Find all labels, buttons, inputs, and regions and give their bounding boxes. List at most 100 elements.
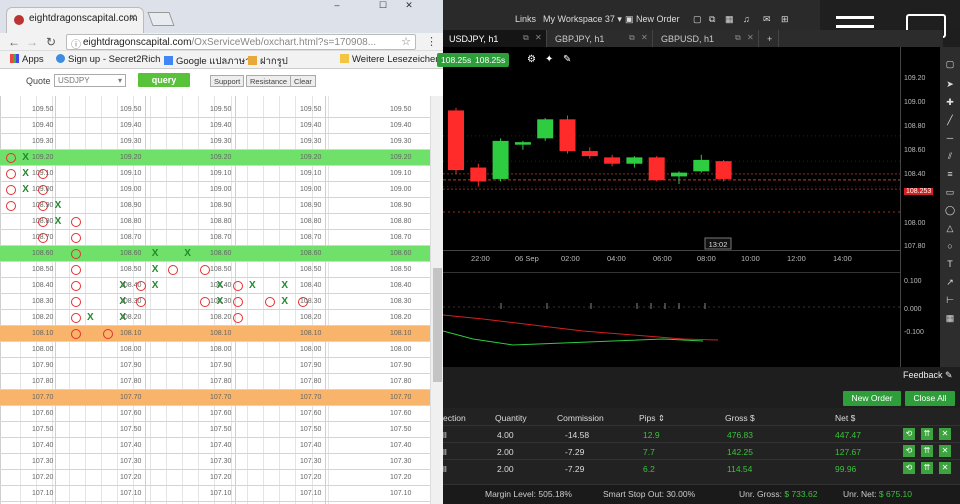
hline-icon[interactable]: ─ (945, 133, 955, 143)
close-tab-icon[interactable]: ✕ (535, 33, 542, 42)
price-label: 107.50 (300, 426, 322, 433)
double-icon[interactable]: ⇈ (921, 445, 933, 457)
double-icon[interactable]: ⇈ (921, 462, 933, 474)
close-all-button[interactable]: Close All (905, 391, 955, 406)
price-label: 109.10 (390, 170, 412, 177)
window-icon[interactable]: ▢ (945, 59, 955, 69)
bookmark-apps[interactable]: Apps (10, 54, 44, 65)
bookmark-folder-more[interactable]: Weitere Lesezeichen (340, 54, 441, 65)
price-label: 109.50 (32, 106, 54, 113)
bookmark-photo[interactable]: ฝากรูป (248, 54, 288, 69)
reverse-icon[interactable]: ⟲ (903, 445, 915, 457)
crosshair-icon[interactable]: ✚ (945, 97, 955, 107)
address-bar[interactable]: ⓘ eightdragonscapital.com/OxServiceWeb/o… (66, 34, 416, 50)
workspace-dropdown[interactable]: My Workspace 37 ▾ (543, 14, 622, 25)
hamburger-icon[interactable] (836, 16, 874, 19)
popout-icon[interactable]: ⧉ (735, 33, 741, 43)
bookmark-star-icon[interactable]: ☆ (401, 35, 411, 48)
reverse-icon[interactable]: ⟲ (903, 462, 915, 474)
reverse-icon[interactable]: ⟲ (903, 428, 915, 440)
support-button[interactable]: Support (210, 75, 245, 87)
col-net[interactable]: Net $ (835, 413, 855, 423)
scrollbar[interactable] (430, 96, 443, 504)
forward-icon[interactable]: → (26, 35, 38, 49)
bookmark-label: Sign up - Secret2Rich (68, 54, 161, 65)
chart-tab[interactable]: GBPUSD, h1 (655, 30, 759, 47)
col-direction[interactable]: ection (443, 413, 466, 423)
scrollbar-thumb[interactable] (433, 268, 442, 382)
chart-tab[interactable]: + (761, 30, 780, 47)
double-icon[interactable]: ⇈ (921, 428, 933, 440)
col-gross[interactable]: Gross $ (725, 413, 755, 423)
line-icon[interactable]: ╱ (945, 115, 955, 125)
text-icon[interactable]: T (945, 259, 955, 269)
close-tab-icon[interactable]: ✕ (641, 33, 648, 42)
col-quantity[interactable]: Quantity (495, 413, 527, 423)
position-row[interactable]: ll 2.00 -7.29 7.7 142.25 127.67 ⟲ ⇈ ✕ (443, 442, 960, 459)
price-label: 107.50 (390, 426, 412, 433)
cell-dir: ll (443, 430, 447, 440)
price-label: 107.90 (390, 362, 412, 369)
bookmark-google-translate[interactable]: Google แปลภาษา (164, 54, 250, 69)
close-tab-icon[interactable]: ✕ (129, 13, 137, 24)
price-label: 107.50 (120, 426, 142, 433)
window-close-button[interactable]: ✕ (398, 0, 420, 14)
restore-button[interactable]: ☐ (372, 0, 394, 14)
triangle-icon[interactable]: △ (945, 223, 955, 233)
sort-icon[interactable]: ⇕ (658, 413, 665, 423)
o-mark (70, 265, 81, 275)
arrow-icon[interactable]: ↗ (945, 277, 955, 287)
price-chart[interactable]: 108.25s 108.25s ⚙ ✦ ✎ 13:02 (437, 47, 900, 272)
close-position-icon[interactable]: ✕ (939, 428, 951, 440)
col-commission[interactable]: Commission (557, 413, 604, 423)
menu-icon[interactable]: ⋮ (426, 35, 437, 48)
copy-icon[interactable]: ⧉ (709, 14, 715, 25)
channel-icon[interactable]: ⫽ (945, 151, 955, 161)
new-order-top-button[interactable]: ▣ New Order (625, 14, 680, 25)
close-position-icon[interactable]: ✕ (939, 445, 951, 457)
chart-tab[interactable]: USDJPY, h1 (443, 30, 547, 47)
reload-icon[interactable]: ↻ (46, 35, 56, 49)
circle-icon[interactable]: ○ (945, 241, 955, 251)
new-tab-button[interactable] (147, 12, 175, 26)
bookmark-secret2rich[interactable]: Sign up - Secret2Rich (56, 54, 160, 65)
bell-icon[interactable]: ♫ (743, 14, 750, 24)
price-label: 107.10 (300, 490, 322, 497)
ruler-icon[interactable]: ⊢ (945, 295, 955, 305)
price-label: 107.70 (120, 394, 142, 401)
grid-icon[interactable]: ⊞ (781, 14, 789, 25)
close-position-icon[interactable]: ✕ (939, 462, 951, 474)
calendar-icon[interactable]: ▦ (725, 14, 734, 25)
site-info-icon[interactable]: ⓘ (71, 36, 81, 49)
cursor-icon[interactable]: ➤ (945, 79, 955, 89)
trash-icon[interactable]: ▦ (945, 313, 955, 323)
resistance-button[interactable]: Resistance (246, 75, 292, 87)
candle-body (604, 157, 621, 164)
o-mark (70, 281, 81, 291)
symbol-select[interactable]: USDJPY ▾ (54, 74, 126, 87)
position-row[interactable]: ll 4.00 -14.58 12.9 476.83 447.47 ⟲ ⇈ ✕ (443, 425, 960, 442)
price-row: 108.30 108.30 108.30 108.30 108.30 (0, 294, 430, 310)
chart-tab[interactable]: GBPJPY, h1 (549, 30, 653, 47)
close-tab-icon[interactable]: ✕ (747, 33, 754, 42)
x-mark: X (151, 280, 159, 291)
col-pips[interactable]: Pips ⇕ (639, 413, 665, 424)
chat-icon[interactable]: ✉ (763, 14, 771, 25)
new-order-button[interactable]: New Order (843, 391, 901, 406)
trading-platform: Links My Workspace 37 ▾ ▣ New Order ▢ ⧉ … (437, 0, 960, 504)
position-row[interactable]: ll 2.00 -7.29 6.2 114.54 99.96 ⟲ ⇈ ✕ (443, 459, 960, 476)
fib-icon[interactable]: ≡ (945, 169, 955, 179)
price-label: 107.30 (210, 458, 232, 465)
clear-button[interactable]: Clear (290, 75, 316, 87)
query-button[interactable]: query (138, 73, 190, 87)
window-icon[interactable]: ▢ (693, 14, 702, 25)
rect-icon[interactable]: ▭ (945, 187, 955, 197)
popout-icon[interactable]: ⧉ (629, 33, 635, 43)
links-menu[interactable]: Links (515, 14, 536, 24)
ellipse-icon[interactable]: ◯ (945, 205, 955, 215)
feedback-button[interactable]: Feedback ✎ (903, 370, 953, 381)
minimize-button[interactable]: – (326, 0, 348, 14)
back-icon[interactable]: ← (8, 35, 20, 49)
browser-tab[interactable]: eightdragonscapital.com ✕ (6, 7, 144, 33)
popout-icon[interactable]: ⧉ (523, 33, 529, 43)
